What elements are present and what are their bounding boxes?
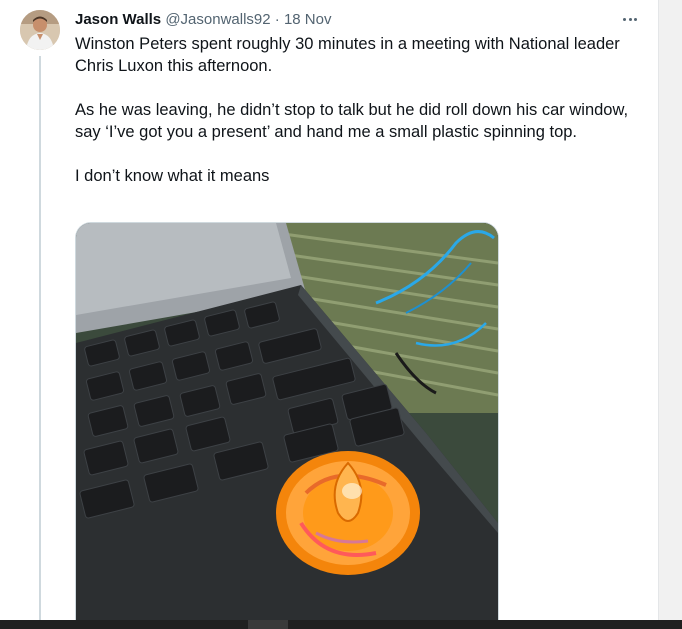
author-avatar[interactable]: [20, 10, 60, 50]
avatar-photo: [20, 10, 60, 50]
author-handle[interactable]: @Jasonwalls92: [165, 11, 270, 28]
tweet-header: Jason Walls @Jasonwalls92 · 18 Nov: [75, 10, 331, 30]
more-horizontal-icon: [622, 17, 638, 21]
tweet-paragraph: I don’t know what it means: [75, 167, 270, 185]
author-name[interactable]: Jason Walls: [75, 11, 161, 28]
tweet-date[interactable]: 18 Nov: [284, 11, 332, 28]
taskbar-item[interactable]: [248, 620, 288, 629]
header-separator: ·: [274, 11, 280, 28]
more-options-button[interactable]: [618, 8, 642, 30]
tweet-paragraph: Winston Peters spent roughly 30 minutes …: [75, 35, 620, 75]
tweet-media-photo[interactable]: [75, 222, 499, 621]
tweet-paragraph: As he was leaving, he didn’t stop to tal…: [75, 101, 629, 141]
taskbar: [0, 620, 682, 629]
page-right-gutter: [658, 0, 682, 629]
tweet[interactable]: Jason Walls @Jasonwalls92 · 18 Nov Winst…: [0, 0, 658, 621]
thread-line: [39, 56, 41, 620]
photo-laptop-spinning-top: [76, 223, 498, 621]
tweet-text: Winston Peters spent roughly 30 minutes …: [75, 33, 650, 187]
